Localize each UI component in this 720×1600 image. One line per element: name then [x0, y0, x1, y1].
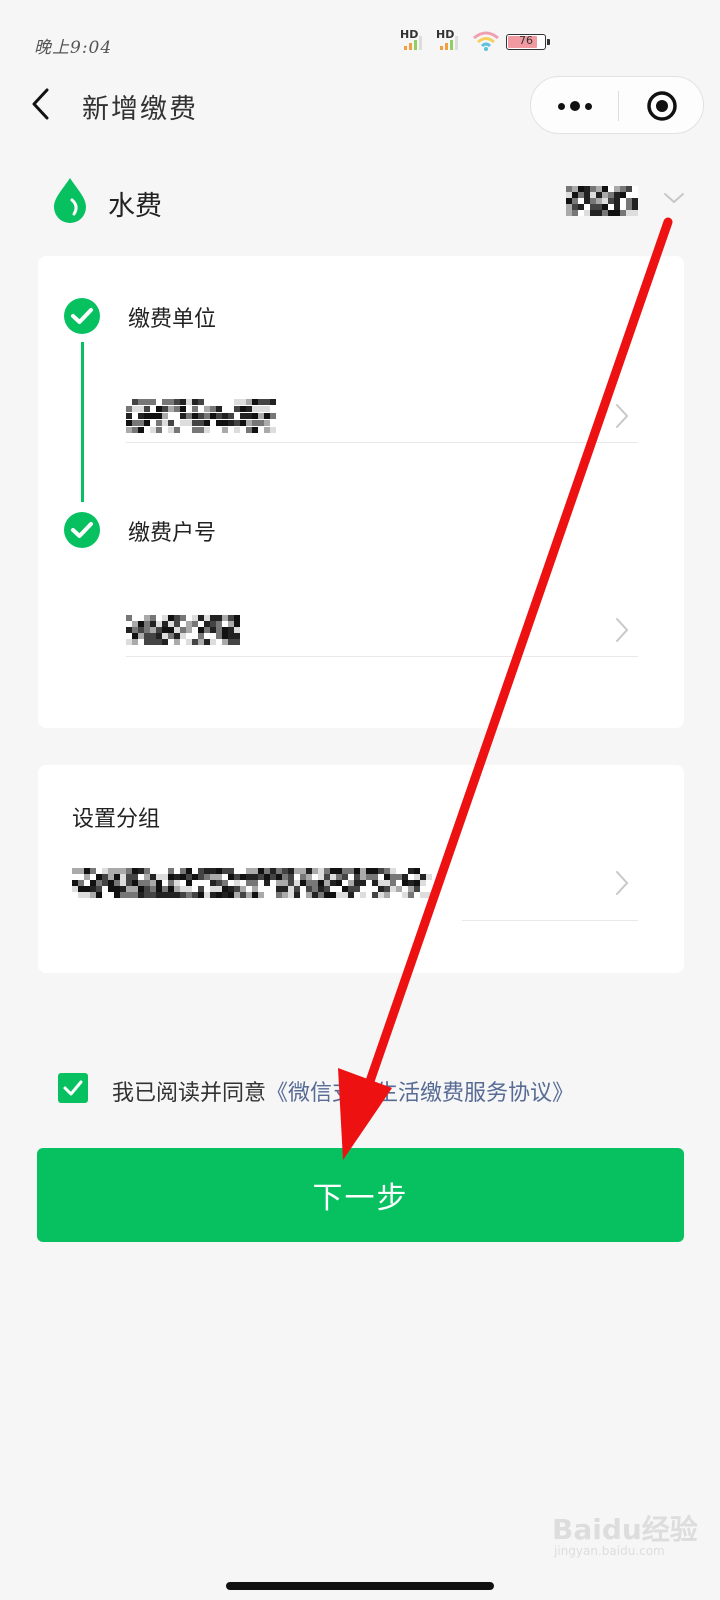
close-miniprogram-icon: [647, 91, 677, 121]
signal-bars-icon: [440, 36, 460, 50]
check-circle-icon: [64, 512, 100, 548]
group-card: 设置分组: [38, 765, 684, 973]
battery-icon: 76: [506, 34, 550, 50]
payment-info-card: 缴费单位 缴费户号: [38, 256, 684, 728]
chevron-right-icon: [616, 404, 629, 428]
more-dots-icon: [557, 102, 565, 110]
watermark-logo: Baidu经验: [552, 1513, 698, 1546]
status-bar: 晚上9:04 HD HD 76: [0, 0, 720, 80]
agreement-prefix: 我已阅读并同意: [112, 1081, 267, 1106]
status-time: 晚上9:04: [34, 38, 113, 58]
group-field[interactable]: [72, 859, 646, 907]
chevron-down-icon[interactable]: [662, 190, 686, 206]
signal-bars-icon: [404, 36, 424, 50]
check-circle-icon: [64, 298, 100, 334]
step-label-account-number: 缴费户号: [128, 521, 217, 546]
back-button[interactable]: [24, 84, 56, 124]
agreement-row: 我已阅读并同意《微信支付生活缴费服务协议》: [58, 1070, 698, 1110]
step-label-payment-unit: 缴费单位: [128, 307, 217, 332]
page-title: 新增缴费: [82, 94, 198, 125]
next-button[interactable]: 下一步: [37, 1148, 684, 1242]
account-number-value: [126, 615, 240, 645]
miniprogram-capsule: [530, 76, 704, 134]
agreement-link[interactable]: 《微信支付生活缴费服务协议》: [266, 1081, 574, 1106]
watermark-url: jingyan.baidu.com: [554, 1544, 665, 1558]
water-drop-icon: [54, 178, 86, 223]
watermark: Baidu经验 jingyan.baidu.com: [552, 1500, 702, 1560]
group-value: [72, 868, 434, 898]
checkmark-icon: [63, 1080, 83, 1096]
home-indicator[interactable]: [226, 1582, 494, 1590]
chevron-left-icon: [32, 88, 49, 120]
more-button[interactable]: [531, 77, 618, 135]
city-selector-value[interactable]: [566, 186, 642, 216]
navigation-bar: 新增缴费: [0, 72, 720, 138]
agreement-text: 我已阅读并同意《微信支付生活缴费服务协议》: [112, 1075, 574, 1107]
bill-type-label: 水费: [108, 191, 162, 222]
bill-type-header: 水费: [0, 170, 720, 234]
chevron-right-icon: [616, 618, 629, 642]
chevron-right-icon: [616, 871, 629, 895]
wifi-icon: [473, 31, 499, 51]
payment-unit-value: [126, 399, 276, 433]
account-number-field[interactable]: [126, 606, 646, 654]
battery-level: 76: [519, 34, 533, 47]
status-icons: HD HD 76: [400, 28, 560, 56]
agreement-checkbox[interactable]: [58, 1073, 88, 1103]
step-connector-line: [81, 342, 84, 502]
payment-unit-field[interactable]: [126, 392, 646, 440]
close-miniprogram-button[interactable]: [619, 77, 705, 135]
group-label: 设置分组: [72, 807, 161, 832]
